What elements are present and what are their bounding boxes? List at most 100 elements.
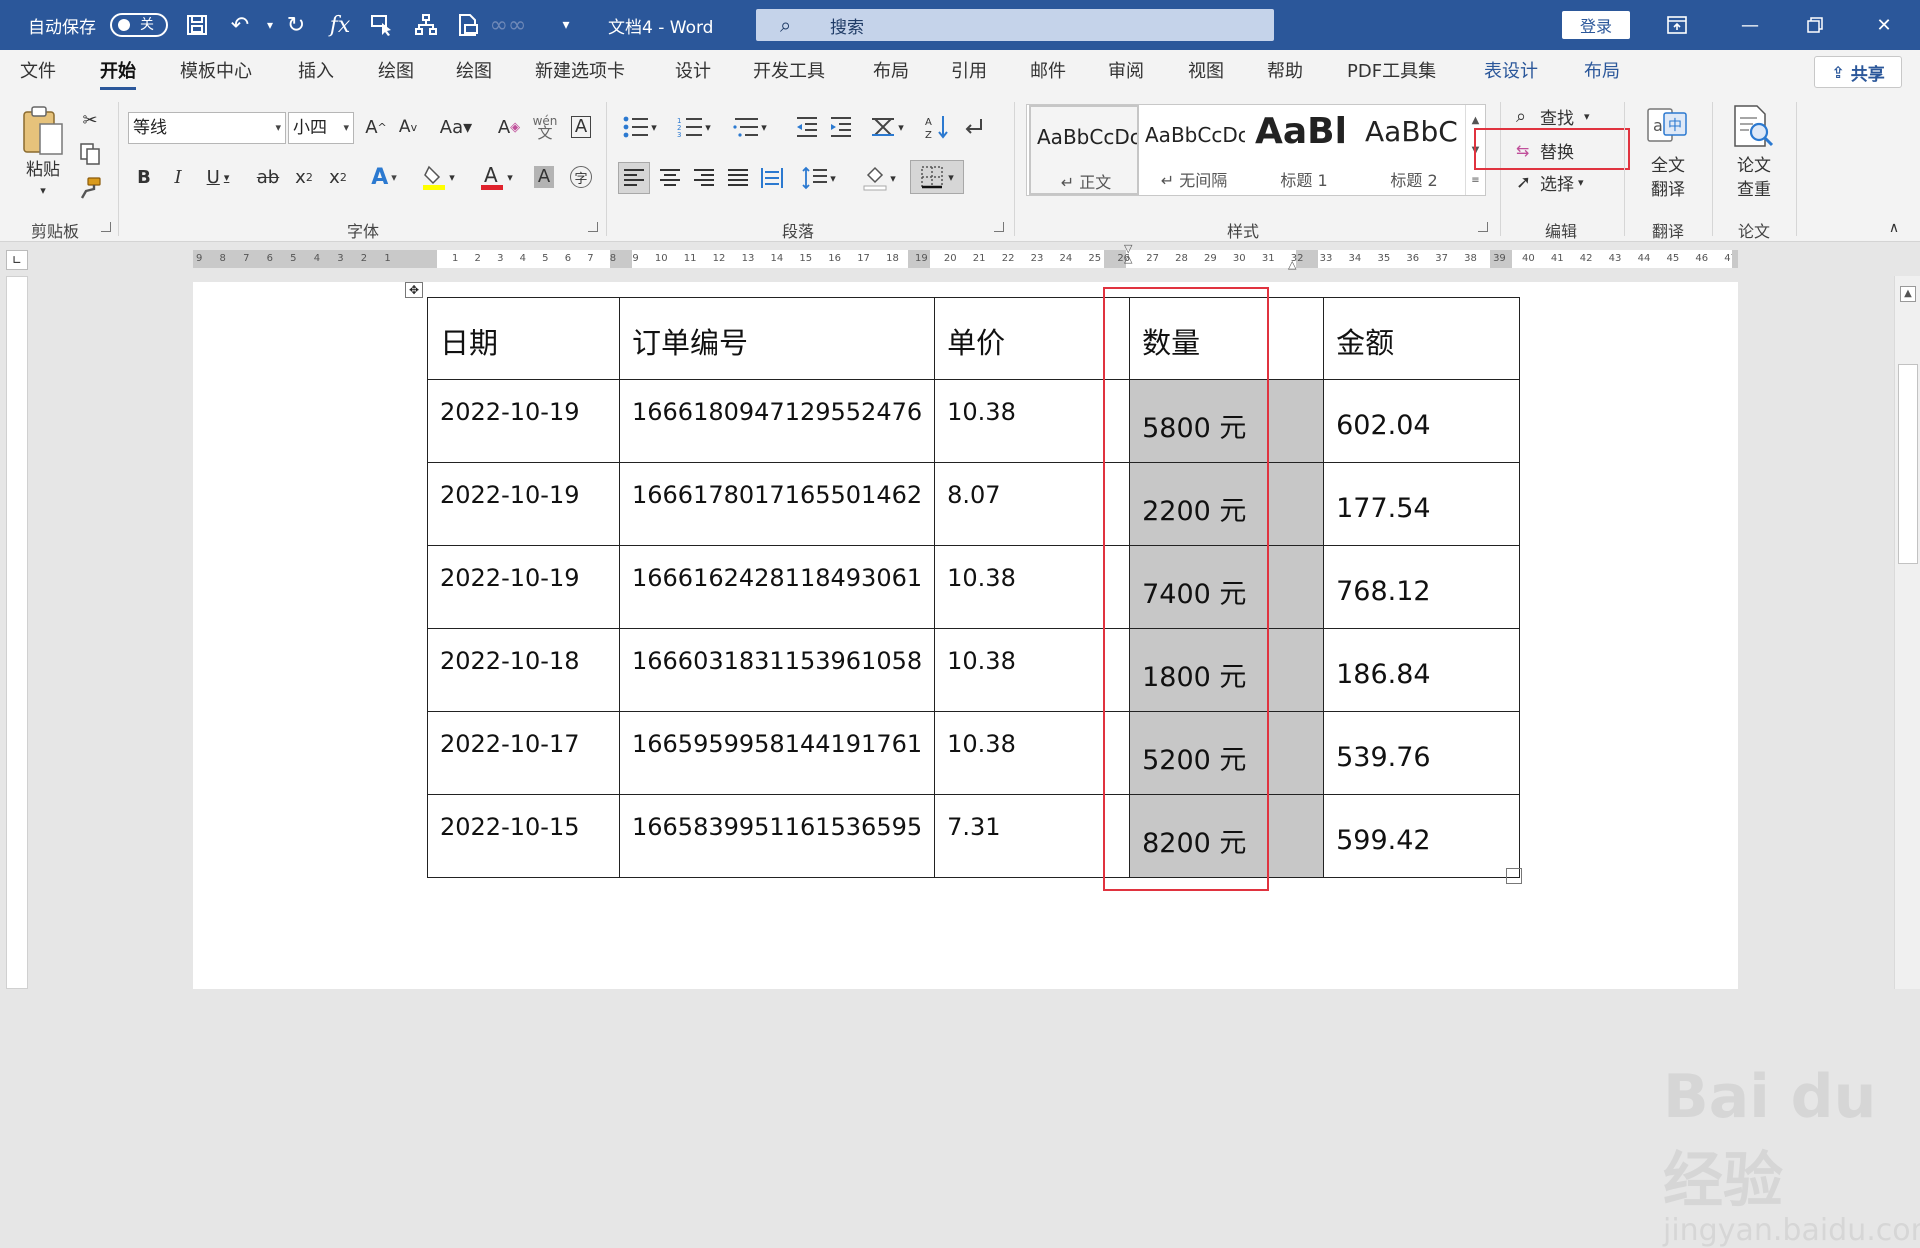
gallery-more-icon[interactable]: ≡ [1471, 175, 1479, 186]
strikethrough-icon[interactable]: ab [252, 162, 284, 192]
clear-formatting-icon[interactable]: A ◈ [494, 112, 524, 142]
ribbon-display-icon[interactable] [1645, 0, 1709, 50]
paste-label[interactable]: 粘贴 [16, 158, 70, 182]
document-export-icon[interactable] [452, 10, 484, 40]
undo-icon[interactable]: ↶ [224, 10, 256, 40]
style-heading-1[interactable]: AaBl 标题 1 [1249, 105, 1359, 195]
tab-new-tab[interactable]: 新建选项卡 [535, 50, 625, 94]
numbering-icon[interactable]: 1 2 3 ▾ [672, 112, 716, 142]
tab-view[interactable]: 视图 [1188, 50, 1224, 94]
table-header-cell[interactable]: 订单编号 [618, 297, 936, 380]
minimize-icon[interactable]: — [1718, 0, 1782, 50]
shrink-font-icon[interactable]: Av [394, 112, 422, 142]
full-translate-icon[interactable]: a中 [1644, 104, 1690, 150]
tab-table-layout[interactable]: 布局 [1584, 50, 1620, 94]
sort-icon[interactable]: AZ [922, 112, 952, 142]
tab-review[interactable]: 审阅 [1108, 50, 1144, 94]
paragraph-launcher-icon[interactable] [994, 222, 1004, 232]
tab-draw-2[interactable]: 绘图 [456, 50, 492, 94]
org-chart-icon[interactable] [410, 10, 442, 40]
bold-icon[interactable]: B [130, 162, 158, 192]
table-cell[interactable]: 7.31 [934, 794, 1131, 878]
plagiarism-check-icon[interactable] [1730, 104, 1776, 150]
tab-references[interactable]: 引用 [951, 50, 987, 94]
table-cell[interactable]: 1665839951161536595 [618, 794, 936, 878]
style-normal[interactable]: AaBbCcDc ↵ 正文 [1029, 105, 1139, 195]
line-spacing-icon[interactable]: ▾ [796, 162, 842, 194]
style-heading-2[interactable]: AaBbC 标题 2 [1359, 105, 1469, 195]
table-cell[interactable]: 8.07 [934, 462, 1131, 546]
tab-design[interactable]: 设计 [675, 50, 711, 94]
format-painter-icon[interactable] [76, 174, 104, 202]
scroll-thumb[interactable] [1898, 364, 1918, 564]
order-table[interactable]: 日期 订单编号 单价 数量 金额 2022-10-19 1666180947129… [427, 297, 1521, 878]
style-no-spacing[interactable]: AaBbCcDc ↵ 无间隔 [1139, 105, 1249, 195]
cut-icon[interactable]: ✂ [76, 106, 104, 134]
align-center-icon[interactable] [654, 162, 686, 194]
align-left-icon[interactable] [618, 162, 650, 194]
copy-icon[interactable] [76, 140, 104, 168]
tab-help[interactable]: 帮助 [1267, 50, 1303, 94]
font-name-combo[interactable]: 等线 ▾ [128, 112, 286, 144]
tab-stop-selector-icon[interactable]: ∟ [6, 250, 28, 270]
table-cell[interactable]: 2022-10-19 [427, 462, 620, 546]
table-cell[interactable]: 1666162428118493061 [618, 545, 936, 629]
find-button[interactable]: ⌕ 查找 ▾ [1516, 102, 1590, 130]
tab-mailings[interactable]: 邮件 [1030, 50, 1066, 94]
table-cell[interactable]: 1665959958144191761 [618, 711, 936, 795]
table-header-cell[interactable]: 单价 [934, 297, 1131, 380]
align-right-icon[interactable] [688, 162, 720, 194]
text-effects-icon[interactable]: A ▾ [362, 162, 406, 192]
vertical-scrollbar[interactable]: ▲ [1894, 276, 1920, 989]
table-cell[interactable]: 599.42 [1323, 794, 1521, 878]
indent-marker-icon[interactable]: △ [1288, 258, 1300, 272]
table-cell[interactable]: 2022-10-18 [427, 628, 620, 712]
clipboard-launcher-icon[interactable] [101, 222, 111, 232]
table-header-cell[interactable]: 日期 [427, 297, 620, 380]
redo-icon[interactable]: ↻ [280, 10, 312, 40]
table-cell[interactable]: 539.76 [1323, 711, 1521, 795]
character-shading-icon[interactable]: A [530, 162, 558, 192]
tab-home[interactable]: 开始 [100, 50, 136, 94]
highlight-color-icon[interactable]: ▾ [416, 162, 460, 192]
table-cell[interactable]: 1666031831153961058 [618, 628, 936, 712]
styles-launcher-icon[interactable] [1478, 222, 1488, 232]
login-button[interactable]: 登录 [1562, 11, 1630, 39]
distributed-icon[interactable] [756, 162, 788, 194]
table-resize-handle-icon[interactable] [1506, 868, 1522, 884]
close-icon[interactable]: ✕ [1852, 0, 1916, 50]
tab-developer[interactable]: 开发工具 [753, 50, 825, 94]
enclose-characters-icon[interactable]: 字 [566, 162, 596, 192]
decrease-indent-icon[interactable] [792, 112, 822, 142]
font-color-icon[interactable]: A ▾ [474, 162, 518, 192]
grow-font-icon[interactable]: A ^ [362, 112, 390, 142]
table-cell[interactable]: 1666178017165501462 [618, 462, 936, 546]
select-button[interactable]: ➚ 选择 ▾ [1516, 168, 1584, 196]
increase-indent-icon[interactable] [826, 112, 856, 142]
bullets-icon[interactable]: ▾ [618, 112, 662, 142]
table-cell[interactable]: 186.84 [1323, 628, 1521, 712]
tab-insert[interactable]: 插入 [298, 50, 334, 94]
table-cell[interactable]: 2022-10-17 [427, 711, 620, 795]
shading-icon[interactable]: ▾ [856, 162, 902, 194]
chevron-up-icon[interactable]: ▲ [1472, 115, 1480, 126]
font-size-combo[interactable]: 小四 ▾ [288, 112, 354, 144]
tab-file[interactable]: 文件 [20, 50, 56, 94]
table-move-handle-icon[interactable]: ✥ [405, 282, 423, 298]
paste-icon[interactable] [18, 102, 68, 160]
font-launcher-icon[interactable] [588, 222, 598, 232]
table-cell[interactable]: 768.12 [1323, 545, 1521, 629]
show-marks-icon[interactable] [958, 112, 988, 142]
scroll-up-icon[interactable]: ▲ [1900, 286, 1916, 302]
borders-icon[interactable]: ▾ [910, 160, 964, 194]
tab-template-center[interactable]: 模板中心 [180, 50, 252, 94]
tab-pdf-tools[interactable]: PDF工具集 [1347, 50, 1436, 94]
plagiarism-check-label-2[interactable]: 查重 [1722, 178, 1786, 202]
table-cell[interactable]: 10.38 [934, 711, 1131, 795]
table-cell[interactable]: 2022-10-19 [427, 545, 620, 629]
tab-draw-1[interactable]: 绘图 [378, 50, 414, 94]
tab-layout[interactable]: 布局 [873, 50, 909, 94]
table-cell[interactable]: 2022-10-19 [427, 379, 620, 463]
table-cell[interactable]: 10.38 [934, 545, 1131, 629]
full-translate-label-1[interactable]: 全文 [1636, 154, 1700, 178]
